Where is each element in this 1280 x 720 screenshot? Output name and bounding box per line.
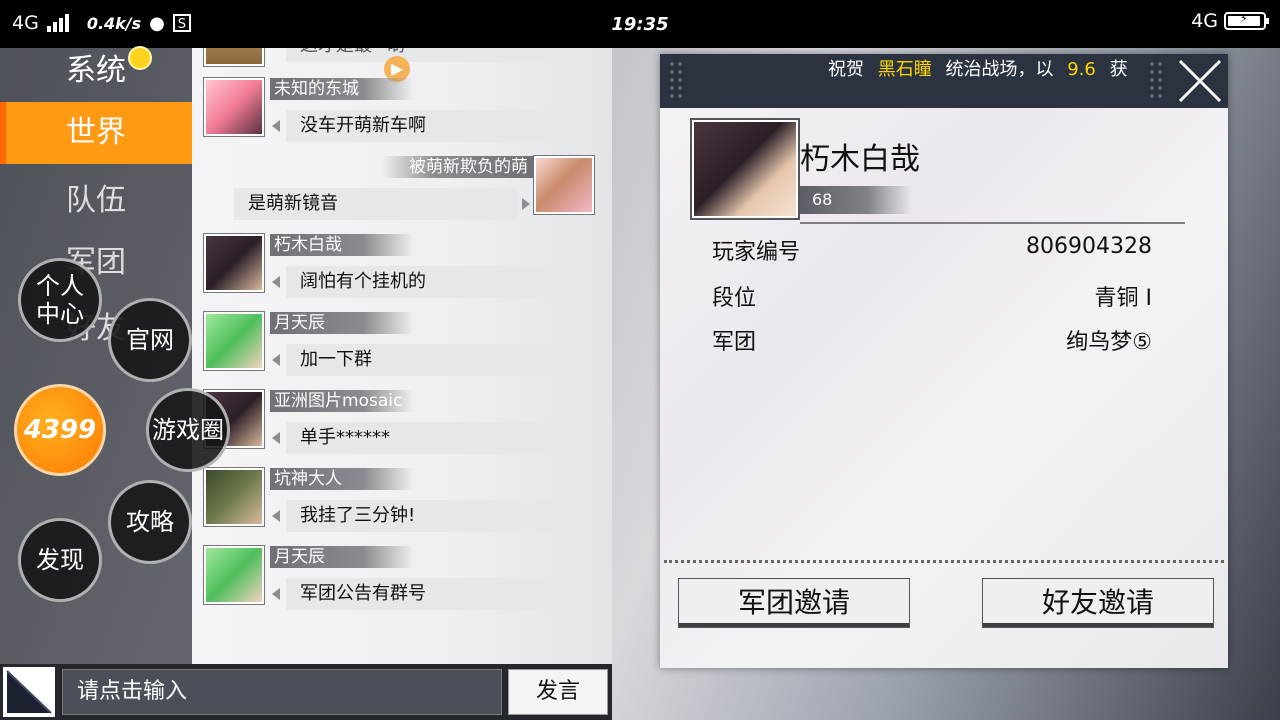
message-text: 阔怕有个挂机的 (286, 266, 570, 298)
official-site-button[interactable]: 官网 (108, 298, 192, 382)
avatar[interactable] (204, 468, 264, 526)
message-text: 单手****** (286, 422, 570, 454)
player-id-label: 玩家编号 (712, 240, 801, 265)
player-avatar (692, 120, 798, 218)
nav-item-world[interactable]: 世界 (0, 102, 192, 164)
clock: 19:35 (611, 14, 669, 35)
nav-item-team[interactable]: 队伍 (0, 170, 192, 232)
divider (800, 222, 1185, 224)
message-text: 是萌新镜音 (234, 188, 518, 220)
message-text: 这才是最~啲 (286, 48, 568, 62)
message-username[interactable]: 月天辰 (270, 312, 414, 334)
rank-label: 段位 (712, 286, 757, 311)
rank-value: 青铜 I (1094, 286, 1152, 311)
bubble-pointer (272, 588, 280, 600)
player-name: 朽木白哉 (800, 142, 920, 177)
nav-item-system[interactable]: 系统 (0, 40, 192, 102)
personal-center-button[interactable]: 个人 中心 (18, 258, 102, 342)
message-username[interactable]: 坑神大人 (270, 468, 414, 490)
discover-button[interactable]: 发现 (18, 518, 102, 602)
game-circle-button[interactable]: 游戏圈 (146, 388, 230, 472)
player-id-value: 806904328 (1026, 234, 1152, 259)
announcement-ticker: 祝贺 黑石瞳 统治战场，以 9.6 获 (660, 54, 1228, 108)
legion-value: 绚鸟梦⑤ (1066, 330, 1152, 355)
battery-icon: ⚡ (1224, 12, 1269, 30)
bubble-pointer (272, 354, 280, 366)
divider (664, 560, 1224, 563)
legion-label: 军团 (712, 330, 757, 355)
avatar[interactable] (204, 312, 264, 370)
avatar[interactable] (204, 234, 264, 292)
message-text: 我挂了三分钟! (286, 500, 570, 532)
message-text: 加一下群 (286, 344, 570, 376)
message-username[interactable]: 未知的东城 (270, 78, 414, 100)
bubble-pointer (272, 276, 280, 288)
status-bar: 4G 0.4k/s ● S 19:35 4G ⚡ (0, 0, 1280, 48)
message-text: 没车开萌新车啊 (286, 110, 570, 142)
rank-row: 段位 青铜 I (712, 280, 1152, 312)
decor-dots (668, 60, 684, 100)
guild-invite-button[interactable]: 军团邀请 (678, 578, 910, 628)
network-indicator-right: 4G (1191, 10, 1218, 32)
chat-input-bar: 请点击输入 发言 (0, 664, 612, 720)
legion-row: 军团 绚鸟梦⑤ (712, 324, 1152, 356)
chat-input[interactable]: 请点击输入 (62, 669, 502, 715)
notification-dot (128, 46, 152, 70)
player-id-row: 玩家编号 806904328 (712, 234, 1152, 266)
message-username[interactable]: 朽木白哉 (270, 234, 414, 256)
strategy-button[interactable]: 攻略 (108, 480, 192, 564)
message-username[interactable]: 月天辰 (270, 546, 414, 568)
bubble-pointer (272, 120, 280, 132)
chat-panel[interactable]: 这才是最~啲 ▶ 未知的东城 没车开萌新车啊 被萌新欺负的萌 是萌新镜音 朽木白… (192, 48, 612, 668)
bubble-pointer (272, 432, 280, 444)
bubble-pointer (272, 510, 280, 522)
player-profile-panel: 祝贺 黑石瞳 统治战场，以 9.6 获 朽木白哉 68 玩家编号 8069043… (660, 54, 1228, 668)
friend-invite-button[interactable]: 好友邀请 (982, 578, 1214, 628)
decor-dots (1148, 60, 1164, 100)
bubble-pointer (522, 198, 530, 210)
player-level: 68 (800, 186, 912, 214)
close-icon[interactable] (1176, 57, 1224, 105)
avatar[interactable] (204, 48, 264, 66)
avatar[interactable] (534, 156, 594, 214)
send-button[interactable]: 发言 (508, 669, 608, 715)
chat-mode-icon[interactable] (3, 667, 55, 717)
message-username[interactable]: 被萌新欺负的萌 (382, 156, 534, 178)
message-username[interactable]: 亚洲图片mosaic (270, 390, 414, 412)
avatar[interactable] (204, 546, 264, 604)
avatar[interactable] (204, 78, 264, 136)
message-text: 军团公告有群号 (286, 578, 570, 610)
4399-logo-button[interactable]: 4399 (14, 384, 106, 476)
